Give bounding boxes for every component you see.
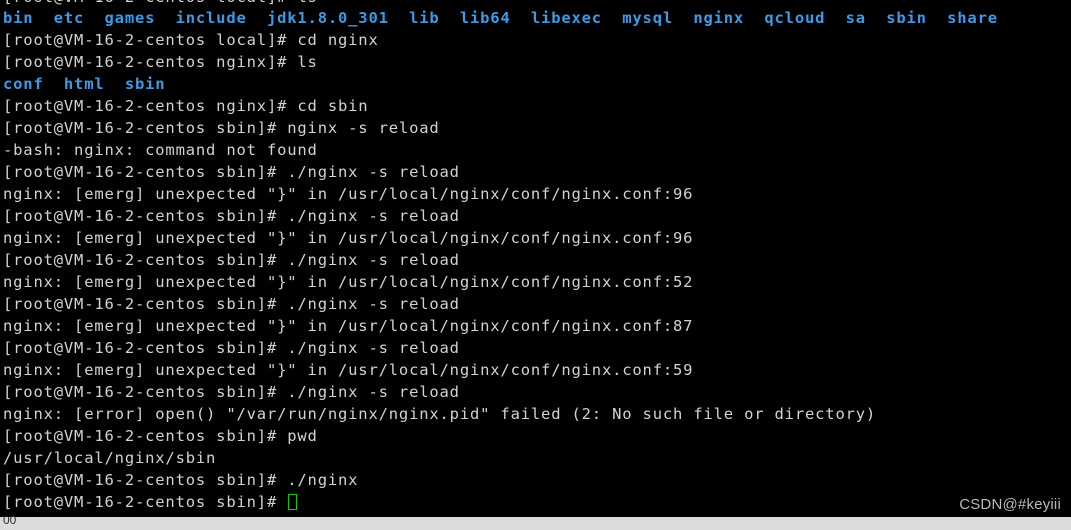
terminal-line: [root@VM-16-2-centos sbin]# pwd [3,427,318,445]
terminal-line: nginx: [emerg] unexpected "}" in /usr/lo… [3,361,694,379]
terminal-line: -bash: nginx: command not found [3,141,318,159]
bottom-chrome-text: 00 [3,513,17,527]
terminal-line: conf html sbin [3,75,166,93]
terminal-line: [root@VM-16-2-centos local]# cd nginx [3,31,379,49]
bottom-chrome-strip: 00 [0,513,1071,530]
terminal-line: [root@VM-16-2-centos sbin]# ./nginx -s r… [3,207,460,225]
terminal-line: [root@VM-16-2-centos sbin]# ./nginx -s r… [3,383,460,401]
terminal-line: [root@VM-16-2-centos sbin]# ./nginx -s r… [3,163,460,181]
terminal-line: [root@VM-16-2-centos sbin]# ./nginx [3,471,359,489]
text-cursor [288,494,298,510]
terminal-line: [root@VM-16-2-centos sbin]# nginx -s rel… [3,119,440,137]
screen-root: [root@VM-16-2-centos local]# ls bin etc … [0,0,1071,530]
terminal-line: [root@VM-16-2-centos sbin]# ./nginx -s r… [3,251,460,269]
terminal-line: [root@VM-16-2-centos sbin]# ./nginx -s r… [3,295,460,313]
terminal-line: [root@VM-16-2-centos sbin]# ./nginx -s r… [3,339,460,357]
watermark-label: CSDN@#keyiii [959,496,1061,513]
terminal-line: nginx: [error] open() "/var/run/nginx/ng… [3,405,877,423]
terminal-line: /usr/local/nginx/sbin [3,449,217,467]
terminal-window[interactable]: [root@VM-16-2-centos local]# ls bin etc … [0,0,1071,517]
prompt-text: [root@VM-16-2-centos sbin]# [3,493,288,511]
terminal-line: nginx: [emerg] unexpected "}" in /usr/lo… [3,273,694,291]
terminal-line: [root@VM-16-2-centos nginx]# ls [3,53,318,71]
terminal-line: [root@VM-16-2-centos sbin]# [0,491,1071,513]
terminal-line: bin etc games include jdk1.8.0_301 lib l… [3,9,998,27]
terminal-line: nginx: [emerg] unexpected "}" in /usr/lo… [3,317,694,335]
terminal-line: nginx: [emerg] unexpected "}" in /usr/lo… [3,185,694,203]
terminal-line: [root@VM-16-2-centos nginx]# cd sbin [3,97,369,115]
terminal-line: nginx: [emerg] unexpected "}" in /usr/lo… [3,229,694,247]
terminal-output: bin etc games include jdk1.8.0_301 lib l… [0,7,1071,513]
